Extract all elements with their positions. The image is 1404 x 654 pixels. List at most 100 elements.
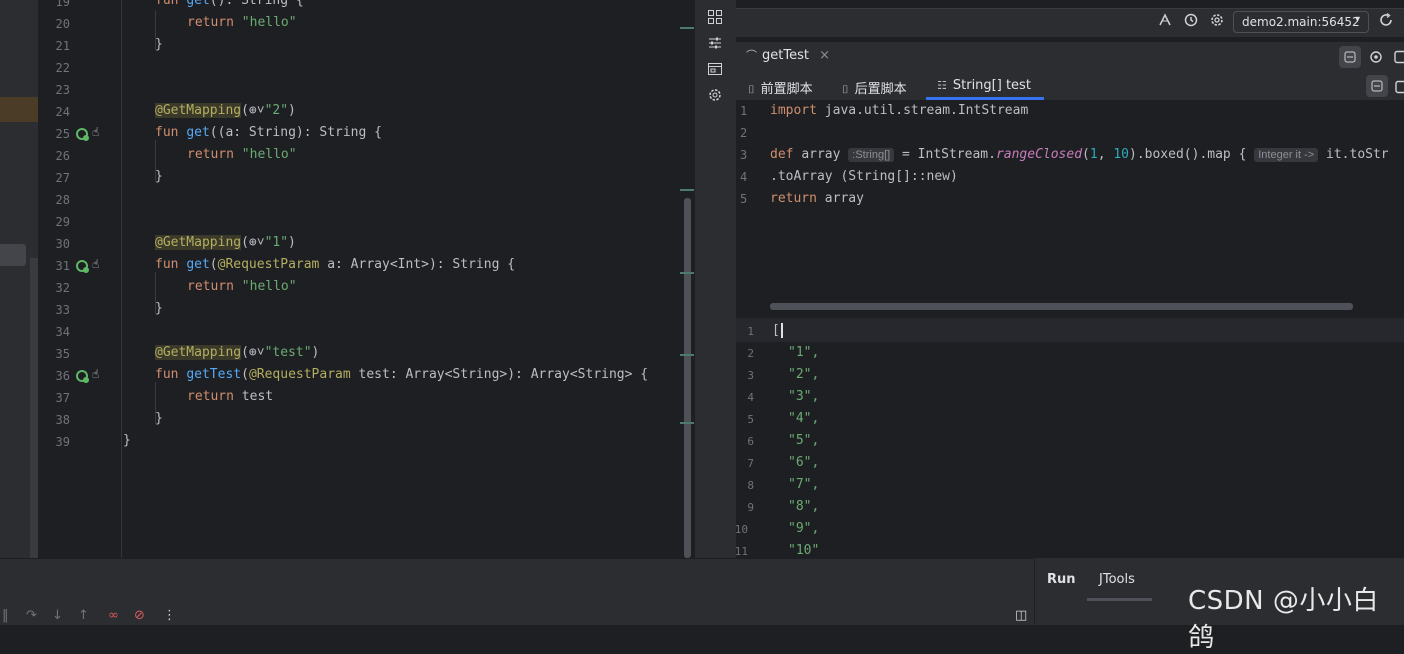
- watermark: CSDN @小小白鸽: [1188, 586, 1379, 653]
- code-line: }: [155, 301, 163, 316]
- code-line: return "hello": [187, 15, 297, 30]
- refresh-icon[interactable]: [1378, 12, 1394, 32]
- editor-scrollbar[interactable]: [684, 198, 691, 558]
- keyword: import: [770, 103, 817, 118]
- keyword: return: [187, 389, 234, 404]
- more-options-icon[interactable]: ⋮: [163, 608, 176, 623]
- run-endpoint-icon[interactable]: [76, 128, 89, 141]
- script-mode-button[interactable]: [1366, 75, 1388, 97]
- step-into-icon[interactable]: ↓: [52, 608, 63, 623]
- code-line: }: [155, 169, 163, 184]
- grid-icon[interactable]: [706, 9, 724, 27]
- line-number: 4: [740, 170, 748, 184]
- script-tabs: [736, 72, 1404, 101]
- highlight-marker: [0, 97, 38, 122]
- layout-icon[interactable]: ◫: [1015, 608, 1027, 623]
- lambda-hint: Integer it ->: [1254, 148, 1319, 162]
- tab-post-script[interactable]: ⌷ 后置脚本: [842, 78, 907, 97]
- script-editor[interactable]: [736, 100, 1404, 312]
- number-literal: 1: [1089, 147, 1098, 162]
- tab-pre-script[interactable]: ⌷ 前置脚本: [748, 78, 813, 97]
- gear-icon[interactable]: [1209, 12, 1225, 32]
- line-number: 34: [55, 325, 70, 339]
- line-number: 5: [747, 413, 754, 426]
- request-icon[interactable]: ☝: [92, 125, 99, 139]
- run-config-label: demo2.main:56452: [1242, 15, 1360, 29]
- line-number: 29: [55, 215, 70, 229]
- code-line: fun getTest(@RequestParam test: Array<St…: [155, 367, 649, 382]
- line-number: 25: [55, 127, 70, 141]
- globe-icon: ⊕˅: [248, 235, 265, 250]
- mute-breakpoints-icon[interactable]: ⊘: [134, 608, 145, 623]
- method-name: rangeClosed: [995, 147, 1083, 162]
- tab-label: String[] test: [952, 78, 1031, 93]
- line-number: 2: [747, 347, 754, 360]
- keyword: return: [770, 191, 817, 206]
- script-line: .toArray (String[]::new): [770, 169, 958, 184]
- json-value: "9",: [788, 521, 820, 536]
- tab-run[interactable]: Run: [1047, 572, 1076, 587]
- debug-icon[interactable]: [1157, 12, 1173, 32]
- script-icon: ⌷: [842, 83, 849, 96]
- panel-mode-button[interactable]: [1339, 46, 1361, 68]
- pause-icon[interactable]: ‖: [2, 608, 9, 623]
- code-line: return test: [187, 389, 273, 404]
- json-value: "7",: [788, 477, 820, 492]
- step-over-icon[interactable]: ↷: [26, 608, 37, 623]
- line-number: 22: [55, 61, 70, 75]
- code-text: ).boxed().map {: [1129, 147, 1247, 162]
- layout-icon[interactable]: [1394, 49, 1404, 68]
- close-icon[interactable]: ×: [819, 48, 830, 63]
- line-number: 30: [55, 237, 70, 251]
- line-number: 31: [55, 259, 70, 273]
- keyword: fun: [155, 0, 179, 8]
- request-icon[interactable]: ☝: [92, 367, 99, 381]
- line-number: 33: [55, 303, 70, 317]
- current-line-highlight: [736, 318, 1404, 342]
- scroll-marker: [680, 272, 694, 274]
- code-text: test: [241, 389, 274, 404]
- json-value: "5",: [788, 433, 820, 448]
- keyword: return: [187, 147, 234, 162]
- run-configuration-select[interactable]: demo2.main:56452 ▾: [1233, 11, 1369, 33]
- breakpoints-icon[interactable]: ∞: [108, 608, 119, 623]
- line-number: 4: [747, 391, 754, 404]
- script-horizontal-scrollbar[interactable]: [770, 303, 1353, 310]
- history-icon[interactable]: [1183, 12, 1199, 32]
- code-line: @GetMapping(⊕˅"1"): [155, 235, 296, 250]
- left-scrollbar[interactable]: [30, 258, 38, 558]
- result-viewer[interactable]: [736, 315, 1404, 558]
- line-number: 39: [55, 435, 70, 449]
- settings-icon[interactable]: [706, 87, 724, 105]
- line-number: 24: [55, 105, 70, 119]
- code-editor[interactable]: [38, 0, 694, 558]
- run-endpoint-icon[interactable]: [76, 260, 89, 273]
- line-number: 5: [740, 192, 748, 206]
- line-number: 3: [740, 148, 748, 162]
- code-text: java.util.stream.IntStream: [824, 103, 1029, 118]
- tab-string-test[interactable]: ☷ String[] test: [937, 78, 1031, 93]
- scroll-marker: [680, 189, 694, 191]
- chevron-down-icon: ▾: [1354, 14, 1360, 25]
- layout-icon[interactable]: [1395, 79, 1404, 98]
- code-line: }: [123, 433, 131, 448]
- tab-label: getTest: [762, 48, 809, 63]
- step-out-icon[interactable]: ↑: [78, 608, 89, 623]
- script-line: return array: [770, 191, 864, 206]
- line-number: 26: [55, 149, 70, 163]
- line-number: 6: [747, 435, 754, 448]
- window-icon[interactable]: [706, 61, 724, 79]
- annotation: @GetMapping: [155, 345, 242, 360]
- code-line: return "hello": [187, 147, 297, 162]
- line-number: 11: [734, 545, 748, 558]
- target-icon[interactable]: [1369, 49, 1383, 68]
- tab-jtools[interactable]: JTools: [1099, 572, 1135, 587]
- request-icon[interactable]: ☝: [92, 257, 99, 271]
- line-number: 35: [55, 347, 70, 361]
- sliders-icon[interactable]: [706, 35, 724, 53]
- run-endpoint-icon[interactable]: [76, 370, 89, 383]
- function-name: get: [186, 125, 210, 140]
- tab-gettest[interactable]: ⌒ getTest ×: [746, 47, 830, 63]
- code-line: @GetMapping(⊕˅"test"): [155, 345, 320, 360]
- line-number: 37: [55, 391, 70, 405]
